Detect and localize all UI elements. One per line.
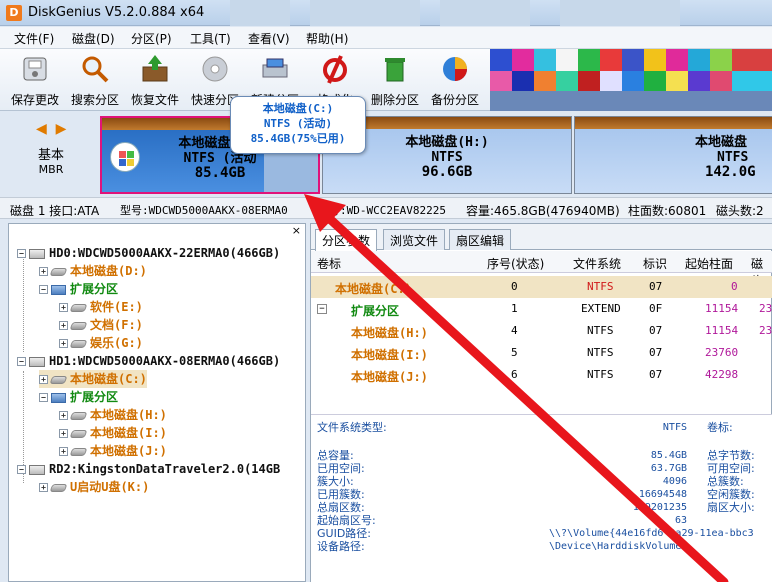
tree-partition-d[interactable]: + 本地磁盘(D:)	[39, 262, 147, 280]
disk-map: ◀ ▶ 基本 MBR 本地磁盘(C:) NTFS (活动 85.4GB 本地磁盘…	[0, 111, 772, 197]
partition-size: 96.6GB	[421, 164, 473, 180]
tree-partition-i[interactable]: + 本地磁盘(I:)	[59, 424, 167, 442]
menu-disk[interactable]: 磁盘(D)	[72, 30, 115, 47]
partition-icon	[69, 429, 88, 438]
partition-icon	[49, 267, 68, 276]
partition-icon	[49, 483, 68, 492]
trash-icon	[385, 58, 405, 82]
filesystem-info: 文件系统类型: NTFS 卷标: 总容量: 85.4GB 总字节数: 已用空间:…	[311, 414, 772, 582]
tab-partition-params[interactable]: 分区参数	[315, 229, 378, 251]
app-logo-icon: D	[6, 5, 22, 21]
disk-info-bar: 磁盘 1 接口:ATA 型号:WDCWD5000AAKX-08ERMA0 列号:…	[0, 197, 772, 219]
delete-partition-button[interactable]: 删除分区	[366, 51, 424, 109]
recover-files-button[interactable]: 恢复文件	[126, 51, 184, 109]
partition-fs: NTFS	[717, 150, 749, 165]
expand-icon[interactable]: +	[59, 447, 68, 456]
partition-icon	[69, 447, 88, 456]
title-bar: D DiskGenius V5.2.0.884 x64	[0, 0, 772, 26]
menu-file[interactable]: 文件(F)	[14, 30, 54, 47]
partition-icon	[49, 375, 68, 384]
collapse-icon[interactable]: −	[39, 393, 48, 402]
window-title: DiskGenius V5.2.0.884 x64	[28, 5, 205, 20]
menu-view[interactable]: 查看(V)	[248, 30, 290, 47]
expand-icon[interactable]: +	[59, 339, 68, 348]
menu-bar: 文件(F) 磁盘(D) 分区(P) 工具(T) 查看(V) 帮助(H)	[0, 27, 772, 49]
menu-partition[interactable]: 分区(P)	[131, 30, 172, 47]
disk-tree-panel: × − HD0:WDCWD5000AAKX-22ERMA0(466GB) + 本地磁…	[8, 223, 306, 582]
save-icon	[23, 57, 47, 81]
search-partition-button[interactable]: 搜索分区	[66, 51, 124, 109]
magnifier-icon	[82, 56, 109, 83]
partition-icon	[69, 411, 88, 420]
partition-name: 本地磁盘	[695, 135, 748, 150]
menu-help[interactable]: 帮助(H)	[306, 30, 348, 47]
format-icon	[323, 55, 347, 84]
table-row[interactable]: 本地磁盘(I:) 5 NTFS 07 23760	[311, 342, 772, 364]
table-row[interactable]: 本地磁盘(J:) 6 NTFS 07 42298	[311, 364, 772, 386]
table-row[interactable]: − 扩展分区 1 EXTEND 0F 11154 23	[311, 298, 772, 320]
blurred-region	[440, 0, 530, 26]
tree-disk-hd0[interactable]: − HD0:WDCWD5000AAKX-22ERMA0(466GB)	[17, 244, 280, 262]
extended-partition-icon	[51, 392, 66, 403]
pie-chart-icon	[443, 57, 467, 81]
expand-icon[interactable]: +	[59, 303, 68, 312]
tree-disk-rd2[interactable]: − RD2:KingstonDataTraveler2.0(14GB	[17, 460, 280, 478]
expand-icon[interactable]: +	[59, 321, 68, 330]
tree-disk-hd1[interactable]: − HD1:WDCWD5000AAKX-08ERMA0(466GB)	[17, 352, 280, 370]
partition-table-header: 卷标 序号(状态) 文件系统 标识 起始柱面 磁头	[311, 251, 772, 288]
partition-icon	[69, 339, 88, 348]
tree-partition-c[interactable]: + 本地磁盘(C:)	[39, 370, 147, 388]
partition-size: 85.4GB	[194, 165, 246, 181]
menu-tools[interactable]: 工具(T)	[190, 30, 231, 47]
tree-partition-k[interactable]: + U启动U盘(K:)	[39, 478, 149, 496]
tree-partition-f[interactable]: + 文档(F:)	[59, 316, 143, 334]
disk-nav-arrows[interactable]: ◀ ▶	[36, 121, 68, 137]
recover-box-icon	[142, 55, 168, 82]
tab-bar: 分区参数 浏览文件 扇区编辑	[311, 224, 772, 251]
diskgenius-window: D DiskGenius V5.2.0.884 x64 文件(F) 磁盘(D) …	[0, 0, 772, 582]
usb-disk-icon	[29, 464, 45, 475]
collapse-icon[interactable]: −	[17, 465, 26, 474]
backup-partition-button[interactable]: 备份分区	[426, 51, 484, 109]
close-icon[interactable]: ×	[292, 224, 301, 237]
expand-icon[interactable]: +	[39, 267, 48, 276]
collapse-icon[interactable]: −	[317, 304, 327, 314]
table-row[interactable]: 本地磁盘(C:) 0 NTFS 07 0	[311, 276, 772, 298]
collapse-icon[interactable]: −	[17, 357, 26, 366]
collapse-icon[interactable]: −	[17, 249, 26, 258]
new-disk-icon	[262, 58, 288, 78]
expand-icon[interactable]: +	[59, 429, 68, 438]
blurred-region	[310, 0, 420, 26]
expand-icon[interactable]: +	[59, 411, 68, 420]
collapse-icon[interactable]: −	[39, 285, 48, 294]
partition-block-next[interactable]: 本地磁盘 NTFS 142.0G	[574, 116, 772, 194]
tree-partition-j[interactable]: + 本地磁盘(J:)	[59, 442, 167, 460]
blurred-region	[230, 0, 290, 26]
partition-icon	[69, 321, 88, 330]
disc-icon	[202, 56, 228, 82]
tree-partition-e[interactable]: + 软件(E:)	[59, 298, 143, 316]
tree-extended-partition[interactable]: − 扩展分区	[39, 388, 118, 406]
hard-disk-icon	[29, 248, 45, 259]
partition-details-panel: 分区参数 浏览文件 扇区编辑 卷标 序号(状态) 文件系统 标识 起始柱面 磁头…	[310, 223, 772, 582]
partition-tooltip: 本地磁盘(C:) NTFS (活动) 85.4GB(75%已用)	[230, 96, 366, 154]
tree-partition-h[interactable]: + 本地磁盘(H:)	[59, 406, 167, 424]
save-changes-button[interactable]: 保存更改	[6, 51, 64, 109]
hard-disk-icon	[29, 356, 45, 367]
tree-partition-g[interactable]: + 娱乐(G:)	[59, 334, 143, 352]
tab-browse-files[interactable]: 浏览文件	[383, 229, 446, 250]
tree-extended-partition[interactable]: − 扩展分区	[39, 280, 118, 298]
expand-icon[interactable]: +	[39, 375, 48, 384]
table-row[interactable]: 本地磁盘(H:) 4 NTFS 07 11154 23	[311, 320, 772, 342]
partition-size: 142.0G	[705, 164, 756, 180]
blurred-mosaic	[490, 49, 772, 111]
extended-partition-icon	[51, 284, 66, 295]
blurred-region	[560, 0, 680, 26]
disk-type-label: 基本 MBR	[38, 148, 65, 177]
tab-sector-editor[interactable]: 扇区编辑	[449, 229, 512, 250]
expand-icon[interactable]: +	[39, 483, 48, 492]
partition-icon	[69, 303, 88, 312]
